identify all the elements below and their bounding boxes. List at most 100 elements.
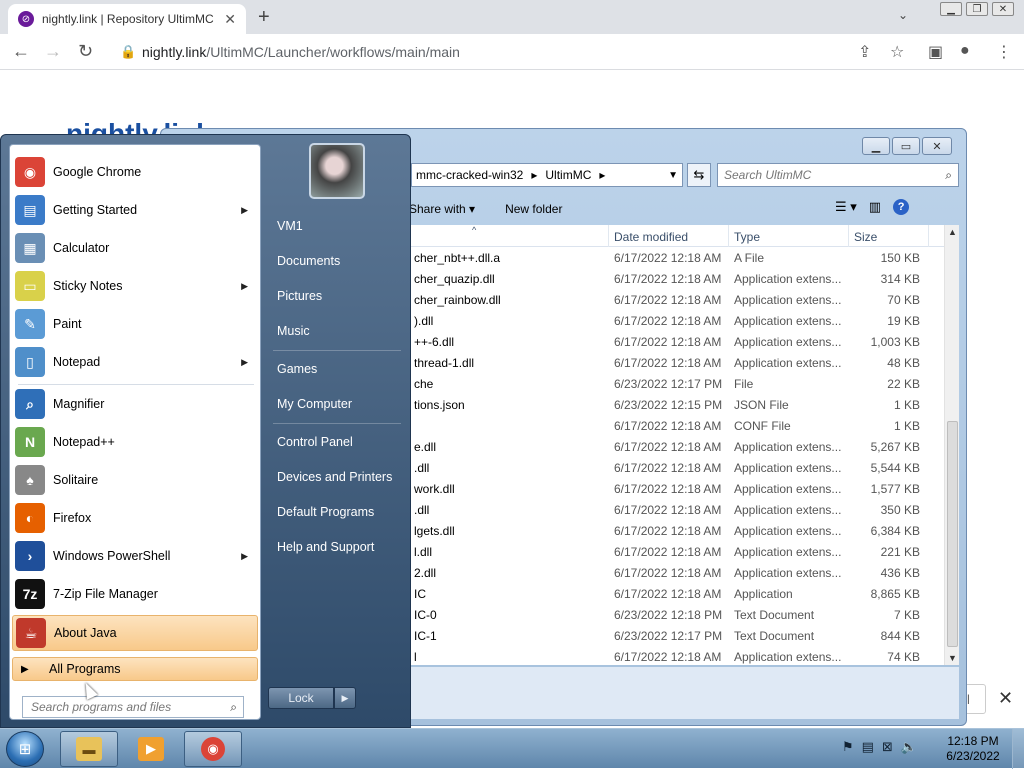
submenu-arrow-icon[interactable]: ▶ — [241, 357, 248, 368]
file-row[interactable]: lgets.dll 6/17/2022 12:18 AM Application e… — [410, 520, 945, 541]
file-row[interactable]: cher_nbt++.dll.a 6/17/2022 12:18 AM A File… — [410, 247, 945, 268]
file-row[interactable]: work.dll 6/17/2022 12:18 AM Application ex… — [410, 478, 945, 499]
file-row[interactable]: l.dll 6/17/2022 12:18 AM Application exten… — [410, 541, 945, 562]
start-link-games[interactable]: Games — [277, 362, 317, 376]
breadcrumb-separator-icon[interactable]: ▸ — [531, 168, 537, 182]
start-link-music[interactable]: Music — [277, 324, 310, 338]
file-row[interactable]: ++-6.dll 6/17/2022 12:18 AM Application ex… — [410, 331, 945, 352]
forward-icon[interactable]: → — [44, 41, 62, 62]
explorer-address-bar[interactable]: mmc-cracked-win32 ▸ UltimMC ▸ ▼ — [411, 163, 683, 187]
change-view-icon[interactable]: ☰ ▾ — [835, 199, 857, 215]
share-with-button[interactable]: Share with ▾ — [409, 202, 475, 216]
explorer-minimize-button[interactable]: ▁ — [862, 137, 890, 155]
file-row[interactable]: IC-0 6/23/2022 12:18 PM Text Document 7 KB — [410, 604, 945, 625]
scroll-up-icon[interactable]: ▲ — [948, 227, 957, 237]
start-search-input[interactable]: Search programs and files ⌕ — [22, 696, 244, 718]
search-icon[interactable]: ⌕ — [230, 700, 237, 715]
taskbar-clock[interactable]: 12:18 PM 6/23/2022 — [940, 734, 1006, 764]
column-divider[interactable] — [728, 225, 729, 247]
vertical-scrollbar[interactable]: ▲ ▼ — [944, 225, 959, 665]
start-link-devices-and-printers[interactable]: Devices and Printers — [277, 470, 392, 484]
file-row[interactable]: 6/17/2022 12:18 AM CONF File 1 KB — [410, 415, 945, 436]
file-row[interactable]: .dll 6/17/2022 12:18 AM Application extens… — [410, 457, 945, 478]
start-link-my-computer[interactable]: My Computer — [277, 397, 352, 411]
file-row[interactable]: cher_quazip.dll 6/17/2022 12:18 AM Applica… — [410, 268, 945, 289]
file-row[interactable]: l 6/17/2022 12:18 AM Application extens...… — [410, 646, 945, 667]
reload-icon[interactable]: ↻ — [78, 41, 93, 62]
show-desktop-button[interactable] — [1012, 729, 1024, 769]
start-link-help-and-support[interactable]: Help and Support — [277, 540, 374, 554]
new-folder-button[interactable]: New folder — [505, 202, 562, 216]
start-link-pictures[interactable]: Pictures — [277, 289, 322, 303]
file-row[interactable]: ).dll 6/17/2022 12:18 AM Application exten… — [410, 310, 945, 331]
start-program-item[interactable]: ♠ Solitaire — [12, 462, 258, 498]
page-close-icon[interactable]: ✕ — [998, 688, 1013, 709]
all-programs-button[interactable]: ▶ All Programs — [12, 657, 258, 681]
submenu-arrow-icon[interactable]: ▶ — [241, 281, 248, 292]
breadcrumb-item[interactable]: mmc-cracked-win32 — [416, 168, 523, 182]
tab-search-chevron-icon[interactable]: ⌄ — [898, 8, 908, 22]
column-date-modified[interactable]: Date modified — [614, 230, 688, 244]
close-button[interactable]: ✕ — [992, 2, 1014, 16]
file-row[interactable]: 2.dll 6/17/2022 12:18 AM Application exten… — [410, 562, 945, 583]
search-icon[interactable]: ⌕ — [945, 168, 952, 183]
start-program-item[interactable]: 7z 7-Zip File Manager — [12, 576, 258, 612]
start-program-item[interactable]: ▦ Calculator — [12, 230, 258, 266]
file-row[interactable]: cher_rainbow.dll 6/17/2022 12:18 AM Applic… — [410, 289, 945, 310]
explorer-search-input[interactable]: Search UltimMC ⌕ — [717, 163, 959, 187]
address-bar[interactable]: nightly.link/UltimMC/Launcher/workflows/… — [142, 44, 460, 60]
start-program-item[interactable]: ☕ About Java — [12, 615, 258, 651]
action-center-flag-icon[interactable]: ⚑ — [842, 739, 854, 755]
address-dropdown-icon[interactable]: ▼ — [668, 170, 678, 181]
file-row[interactable]: e.dll 6/17/2022 12:18 AM Application exten… — [410, 436, 945, 457]
file-row[interactable]: thread-1.dll 6/17/2022 12:18 AM Applicatio… — [410, 352, 945, 373]
minimize-button[interactable]: ▁ — [940, 2, 962, 16]
side-panel-icon[interactable]: ▣ — [928, 42, 943, 62]
start-program-item[interactable]: ◐ Firefox — [12, 500, 258, 536]
breadcrumb-item[interactable]: UltimMC — [545, 168, 591, 182]
start-link-vm1[interactable]: VM1 — [277, 219, 303, 233]
help-icon[interactable]: ? — [893, 199, 910, 215]
file-row[interactable]: tions.json 6/23/2022 12:15 PM JSON File 1 K… — [410, 394, 945, 415]
scrollbar-thumb[interactable] — [947, 421, 958, 647]
chrome-menu-icon[interactable]: ⋮ — [996, 42, 1012, 62]
profile-avatar-icon[interactable]: ● — [960, 42, 970, 60]
lock-button[interactable]: Lock — [268, 687, 334, 709]
submenu-arrow-icon[interactable]: ▶ — [241, 205, 248, 216]
start-program-item[interactable]: › Windows PowerShell ▶ — [12, 538, 258, 574]
file-row[interactable]: che 6/23/2022 12:17 PM File 22 KB — [410, 373, 945, 394]
start-program-item[interactable]: ▯ Notepad ▶ — [12, 344, 258, 380]
taskbar-explorer-button[interactable]: ▬ — [60, 731, 118, 767]
explorer-maximize-button[interactable]: ▭ — [892, 137, 920, 155]
lock-icon[interactable]: 🔒 — [120, 44, 136, 60]
file-row[interactable]: IC 6/17/2022 12:18 AM Application 8,865 KB — [410, 583, 945, 604]
column-divider[interactable] — [608, 225, 609, 247]
column-size[interactable]: Size — [854, 230, 877, 244]
start-program-item[interactable]: ⌕ Magnifier — [12, 386, 258, 422]
browser-tab[interactable]: ⊘ nightly.link | Repository UltimMC ✕ — [8, 4, 246, 34]
user-account-picture[interactable] — [309, 143, 365, 199]
tab-close-icon[interactable]: ✕ — [224, 11, 236, 28]
column-type[interactable]: Type — [734, 230, 760, 244]
taskbar-media-player-button[interactable]: ▶ — [122, 731, 180, 767]
scroll-down-icon[interactable]: ▼ — [948, 653, 957, 663]
start-program-item[interactable]: ✎ Paint — [12, 306, 258, 342]
taskbar-chrome-button[interactable]: ◉ — [184, 731, 242, 767]
column-divider[interactable] — [928, 225, 929, 247]
network-icon[interactable]: ▤ — [862, 739, 874, 755]
bookmark-star-icon[interactable]: ☆ — [890, 42, 904, 62]
start-program-item[interactable]: ◉ Google Chrome — [12, 154, 258, 190]
file-row[interactable]: .dll 6/17/2022 12:18 AM Application extens… — [410, 499, 945, 520]
network-error-icon[interactable]: ⊠ — [882, 739, 893, 755]
start-link-default-programs[interactable]: Default Programs — [277, 505, 374, 519]
shutdown-options-arrow-icon[interactable]: ▶ — [334, 687, 356, 709]
start-program-item[interactable]: ▭ Sticky Notes ▶ — [12, 268, 258, 304]
start-program-item[interactable]: N Notepad++ — [12, 424, 258, 460]
restore-button[interactable]: ❐ — [966, 2, 988, 16]
submenu-arrow-icon[interactable]: ▶ — [241, 551, 248, 562]
start-link-documents[interactable]: Documents — [277, 254, 340, 268]
start-button[interactable]: ⊞ — [6, 731, 44, 767]
start-program-item[interactable]: ▤ Getting Started ▶ — [12, 192, 258, 228]
back-icon[interactable]: ← — [12, 41, 30, 62]
volume-icon[interactable]: 🔈 — [901, 739, 917, 755]
